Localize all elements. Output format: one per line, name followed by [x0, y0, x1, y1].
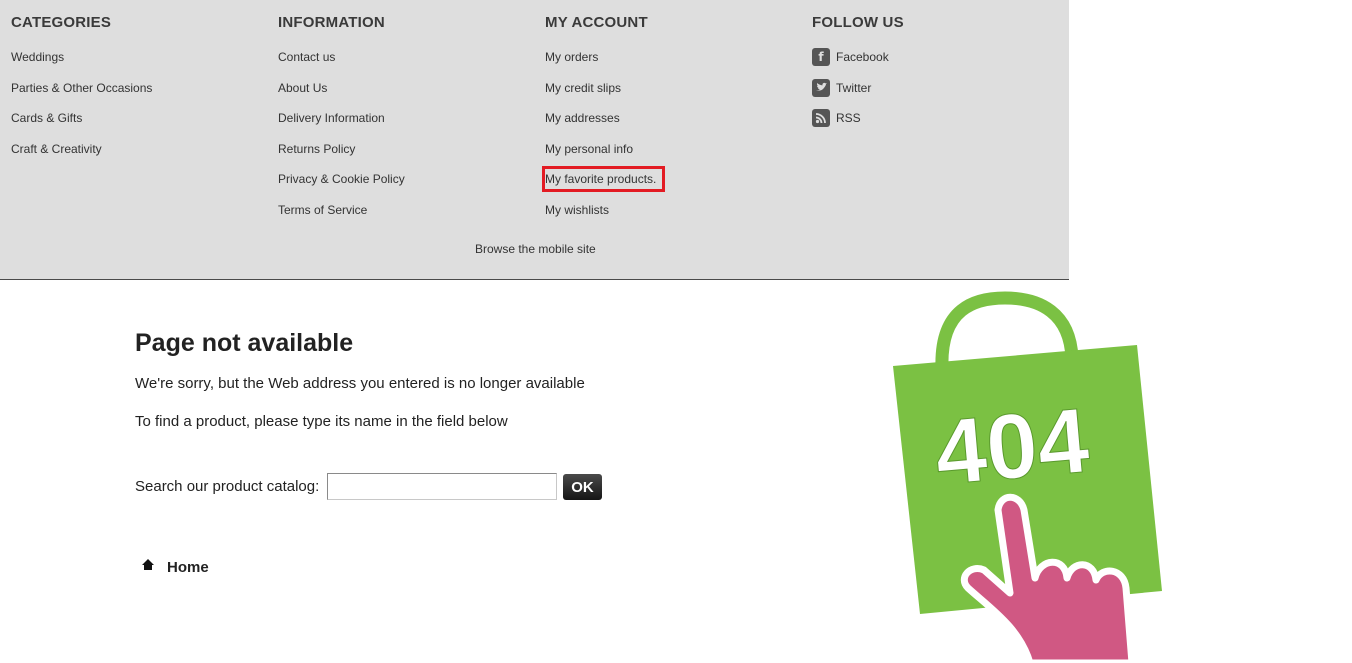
footer-link-my-favorite-products[interactable]: My favorite products. [541, 166, 666, 193]
page-not-available-section: Page not available We're sorry, but the … [135, 320, 735, 576]
footer-column-follow-us: FOLLOW US f Facebook Twitter RSS [812, 13, 904, 128]
breadcrumb: Home [135, 556, 335, 578]
footer-link-my-addresses[interactable]: My addresses [545, 108, 620, 128]
footer-column-my-account: MY ACCOUNT My orders My credit slips My … [541, 13, 666, 217]
footer-link-about[interactable]: About Us [278, 78, 327, 98]
page-title: Page not available [135, 329, 354, 357]
404-text: 404 [931, 390, 1093, 505]
social-label: Twitter [836, 80, 872, 95]
footer-link-my-orders[interactable]: My orders [545, 47, 598, 67]
search-label: Search our product catalog: [135, 478, 320, 495]
footer-link-parties[interactable]: Parties & Other Occasions [11, 78, 152, 98]
search-instruction: To find a product, please type its name … [135, 413, 508, 430]
search-form: Search our product catalog: OK [135, 473, 655, 501]
footer-link-delivery[interactable]: Delivery Information [278, 108, 385, 128]
search-input[interactable] [327, 473, 557, 500]
facebook-icon: f [812, 48, 830, 66]
column-heading: CATEGORIES [11, 14, 112, 31]
footer-link-my-personal-info[interactable]: My personal info [545, 139, 633, 159]
twitter-icon [812, 78, 830, 97]
404-bag-illustration: 404 [893, 291, 1162, 663]
footer-link-contact[interactable]: Contact us [278, 47, 335, 67]
browse-mobile-site-link[interactable]: Browse the mobile site [475, 240, 596, 258]
footer-link-returns[interactable]: Returns Policy [278, 139, 355, 159]
home-icon [141, 558, 155, 572]
column-heading: MY ACCOUNT [545, 14, 648, 31]
home-link[interactable]: Home [167, 558, 209, 578]
footer-link-twitter[interactable]: Twitter [812, 78, 871, 98]
footer-column-information: INFORMATION Contact us About Us Delivery… [278, 13, 405, 217]
site-footer: CATEGORIES Weddings Parties & Other Occa… [0, 0, 1069, 280]
footer-link-privacy[interactable]: Privacy & Cookie Policy [278, 169, 405, 189]
footer-link-my-wishlists[interactable]: My wishlists [545, 200, 609, 220]
footer-link-facebook[interactable]: f Facebook [812, 47, 889, 67]
footer-column-categories: CATEGORIES Weddings Parties & Other Occa… [11, 13, 152, 156]
footer-link-rss[interactable]: RSS [812, 108, 861, 128]
footer-link-craft[interactable]: Craft & Creativity [11, 139, 102, 159]
rss-icon [812, 109, 830, 128]
column-heading: FOLLOW US [812, 14, 904, 31]
social-label: Facebook [836, 50, 889, 64]
footer-link-weddings[interactable]: Weddings [11, 47, 64, 67]
search-submit-button[interactable]: OK [563, 474, 602, 500]
social-label: RSS [836, 111, 861, 126]
footer-link-my-credit-slips[interactable]: My credit slips [545, 78, 621, 98]
footer-link-cards-gifts[interactable]: Cards & Gifts [11, 108, 82, 128]
footer-link-terms[interactable]: Terms of Service [278, 200, 367, 220]
error-message: We're sorry, but the Web address you ent… [135, 375, 585, 392]
column-heading: INFORMATION [278, 14, 385, 31]
